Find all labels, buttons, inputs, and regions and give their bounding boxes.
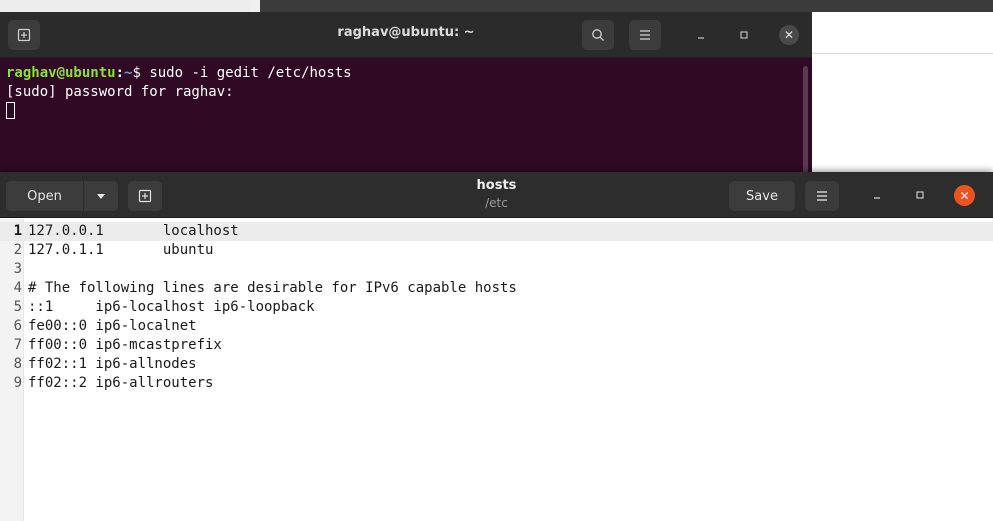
hamburger-menu-icon[interactable] (629, 20, 661, 50)
line-text: ff02::1 ip6-allnodes (28, 356, 197, 372)
line-number: 8 (13, 356, 22, 372)
maximize-icon[interactable] (735, 26, 753, 44)
editor-line[interactable]: 4 # The following lines are desirable for… (0, 279, 993, 298)
line-number: 3 (13, 261, 22, 277)
minimize-icon[interactable] (868, 186, 886, 204)
line-number: 9 (13, 375, 22, 391)
editor-line[interactable]: 7 ff00::0 ip6-mcastprefix (0, 336, 993, 355)
minimize-icon-glyph (874, 197, 880, 199)
minimize-icon[interactable] (692, 26, 710, 44)
gedit-window[interactable]: Open hosts /etc Save ✕ 1 127.0.0.1 local… (0, 172, 993, 521)
close-icon[interactable]: ✕ (779, 25, 799, 45)
gedit-header-bar: Open hosts /etc Save ✕ (0, 172, 993, 218)
terminal-title: raghav@ubuntu: ~ (337, 25, 475, 40)
editor-line[interactable]: 3 (0, 260, 993, 279)
line-text: 127.0.1.1 ubuntu (28, 242, 214, 258)
line-text: fe00::0 ip6-localnet (28, 318, 197, 334)
editor-line[interactable]: 8 ff02::1 ip6-allnodes (0, 355, 993, 374)
maximize-icon-glyph (740, 31, 748, 39)
top-bar-dark-segment (260, 0, 993, 12)
terminal-output[interactable]: raghav@ubuntu:~$ sudo -i gedit /etc/host… (6, 64, 352, 122)
terminal-header-bar: raghav@ubuntu: ~ ✕ (0, 12, 812, 58)
terminal-command-line: raghav@ubuntu:~$ sudo -i gedit /etc/host… (6, 64, 352, 83)
save-button[interactable]: Save (729, 181, 795, 211)
editor-line[interactable]: 6 fe00::0 ip6-localnet (0, 317, 993, 336)
line-number: 6 (13, 318, 22, 334)
line-text: ::1 ip6-localhost ip6-loopback (28, 299, 315, 315)
line-text: # The following lines are desirable for … (28, 280, 517, 296)
maximize-icon-glyph (916, 191, 924, 199)
line-number: 1 (13, 223, 22, 239)
editor-line[interactable]: 9 ff02::2 ip6-allrouters (0, 374, 993, 393)
terminal-window[interactable]: raghav@ubuntu: ~ ✕ raghav@ubuntu:~$ sudo… (0, 12, 812, 187)
close-icon[interactable]: ✕ (954, 185, 975, 206)
hamburger-menu-icon-glyph (817, 191, 827, 201)
hamburger-menu-icon[interactable] (805, 181, 839, 211)
hamburger-menu-icon-glyph (640, 30, 650, 40)
prompt-symbol: $ (132, 65, 150, 81)
terminal-cursor-line (6, 102, 352, 122)
terminal-scrollbar[interactable] (803, 66, 808, 182)
line-number: 7 (13, 337, 22, 353)
prompt-user: raghav@ubuntu (6, 65, 116, 81)
editor-line[interactable]: 2 127.0.1.1 ubuntu (0, 241, 993, 260)
terminal-cursor (6, 102, 15, 119)
search-icon-glyph (592, 29, 604, 41)
line-text: ff02::2 ip6-allrouters (28, 375, 214, 391)
prompt-separator: : (115, 65, 125, 81)
line-number: 4 (13, 280, 22, 296)
line-text: 127.0.0.1 localhost (28, 223, 239, 239)
search-icon[interactable] (582, 20, 614, 50)
editor-line[interactable]: 1 127.0.0.1 localhost (0, 222, 993, 241)
text-editor-area[interactable]: 1 127.0.0.1 localhost 2 127.0.1.1 ubuntu 3 4 #… (0, 219, 993, 521)
line-number: 5 (13, 299, 22, 315)
minimize-icon-glyph (698, 37, 704, 39)
document-path: /etc (485, 196, 508, 210)
line-text: ff00::0 ip6-mcastprefix (28, 337, 222, 353)
editor-line[interactable]: 5::1 ip6-localhost ip6-loopback (0, 298, 993, 317)
line-number: 2 (13, 242, 22, 258)
document-title: hosts (476, 178, 517, 193)
maximize-icon[interactable] (911, 186, 929, 204)
terminal-command: sudo -i gedit /etc/hosts (149, 65, 352, 81)
terminal-password-prompt: [sudo] password for raghav: (6, 84, 234, 100)
background-window-header (801, 12, 993, 54)
desktop-top-bar (0, 0, 993, 12)
